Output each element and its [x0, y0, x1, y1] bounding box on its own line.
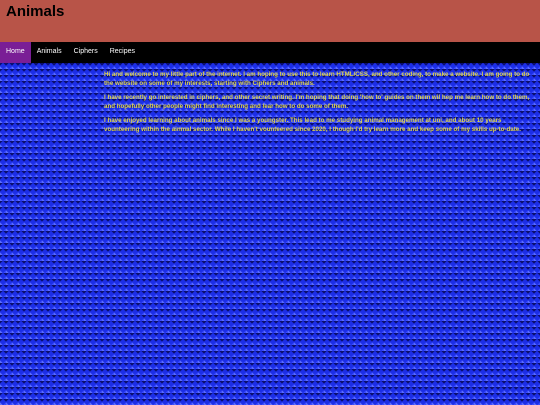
nav-item-home[interactable]: Home — [0, 42, 31, 63]
ciphers-paragraph: I have recently go interested in ciphers… — [104, 94, 530, 110]
site-header: Animals — [0, 0, 540, 42]
nav-item-animals[interactable]: Animals — [31, 42, 68, 63]
animals-paragraph: I have enjoyed learning about animals si… — [104, 117, 521, 133]
nav-item-recipes[interactable]: Recipes — [104, 42, 141, 63]
intro-paragraph: Hi and welcome to my little part of the … — [104, 71, 530, 87]
nav-item-ciphers[interactable]: Ciphers — [68, 42, 104, 63]
main-content: Hi and welcome to my little part of the … — [104, 70, 534, 139]
site-title: Animals — [6, 3, 65, 20]
main-nav: Home Animals Ciphers Recipes — [0, 42, 540, 63]
